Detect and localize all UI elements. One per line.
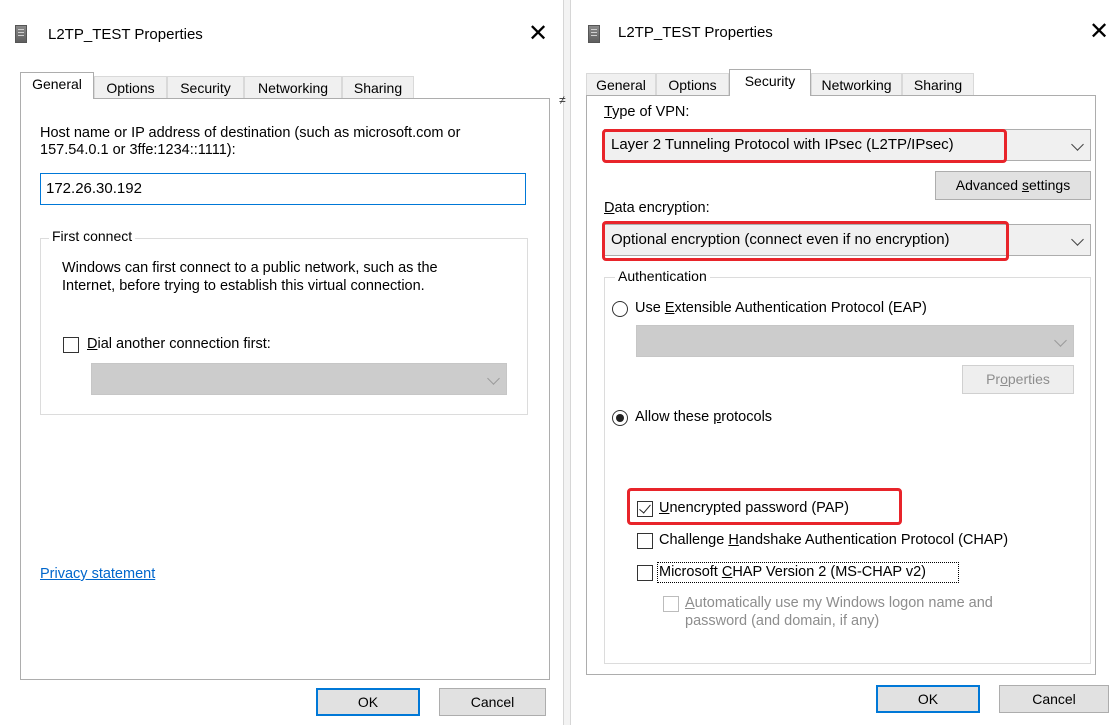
tab-security[interactable]: Security (729, 69, 811, 96)
tab-networking[interactable]: Networking (244, 76, 342, 98)
chevron-down-icon (1071, 138, 1084, 151)
pap-checkbox[interactable] (637, 501, 653, 517)
dial-first-mnemonic: D (87, 336, 98, 352)
eap-mnemonic: E (664, 300, 675, 316)
auto-logon-checkbox (663, 596, 679, 612)
mschap-pre: Microsoft (659, 564, 722, 580)
tab-options[interactable]: Options (656, 73, 729, 95)
left-properties-dialog: L2TP_TEST Properties ✕ General Options S… (0, 0, 563, 725)
right-title-bar: L2TP_TEST Properties ✕ (571, 0, 1110, 64)
properties-post: perties (1007, 371, 1050, 387)
encryption-mnemonic: D (604, 200, 615, 216)
auto-logon-label-line2: password (and domain, if any) (685, 613, 880, 629)
right-properties-dialog: L2TP_TEST Properties ✕ General Options S… (571, 0, 1110, 725)
encryption-label-text: ata encryption: (614, 200, 710, 216)
encryption-value: Optional encryption (connect even if no … (611, 231, 950, 248)
dial-first-text: ial another connection first: (97, 336, 271, 352)
host-input[interactable]: 172.26.30.192 (40, 173, 526, 205)
ok-button[interactable]: OK (876, 685, 980, 713)
dial-first-checkbox[interactable] (63, 337, 79, 353)
encryption-label: Data encryption: (604, 200, 710, 216)
auto-logon-text: utomatically use my Windows logon name a… (694, 595, 993, 611)
vpn-type-select[interactable]: Layer 2 Tunneling Protocol with IPsec (L… (604, 129, 1091, 161)
privacy-statement-link[interactable]: Privacy statement (40, 566, 155, 582)
chap-checkbox[interactable] (637, 533, 653, 549)
ok-button[interactable]: OK (316, 688, 420, 716)
auto-logon-mnemonic: A (685, 595, 695, 611)
tab-security[interactable]: Security (167, 76, 244, 98)
pap-mnemonic: U (659, 500, 670, 516)
chap-mnemonic: H (728, 532, 739, 548)
chap-post: andshake Authentication Protocol (CHAP) (738, 532, 1009, 548)
pap-label[interactable]: Unencrypted password (PAP) (659, 500, 849, 516)
right-tab-strip: General Options Security Networking Shar… (586, 69, 1096, 96)
tab-general[interactable]: General (20, 72, 94, 99)
dial-first-label[interactable]: Dial another connection first: (87, 336, 271, 352)
cancel-button[interactable]: Cancel (999, 685, 1109, 713)
properties-button: Properties (962, 365, 1074, 394)
mschap-label[interactable]: Microsoft CHAP Version 2 (MS-CHAP v2) (659, 564, 926, 580)
vpn-connection-icon (15, 25, 27, 43)
allow-protocols-radio[interactable] (612, 410, 628, 426)
allow-protocols-label[interactable]: Allow these protocols (635, 409, 772, 425)
chevron-down-icon (487, 372, 500, 385)
tab-general[interactable]: General (586, 73, 656, 95)
eap-radio[interactable] (612, 301, 628, 317)
properties-pre: Pr (986, 371, 1001, 387)
advanced-pre: Advanced (955, 177, 1022, 193)
mschap-mnemonic: C (721, 564, 733, 580)
tab-options[interactable]: Options (94, 76, 167, 98)
close-icon[interactable]: ✕ (1089, 20, 1109, 44)
mschap-checkbox[interactable] (637, 565, 653, 581)
tab-sharing[interactable]: Sharing (342, 76, 414, 98)
tab-networking[interactable]: Networking (811, 73, 902, 95)
vpn-connection-icon (588, 25, 600, 43)
properties-mnemonic: o (1000, 371, 1008, 387)
close-icon[interactable]: ✕ (528, 22, 548, 46)
advanced-settings-button[interactable]: Advanced settings (935, 171, 1091, 200)
eap-pre: Use (635, 300, 665, 316)
dial-connection-select (91, 363, 507, 395)
left-tab-panel: Host name or IP address of destination (… (20, 98, 550, 680)
first-connect-desc-line2: Internet, before trying to establish thi… (62, 278, 425, 294)
allow-pre: Allow these (635, 409, 714, 425)
chevron-down-icon (1071, 233, 1084, 246)
first-connect-legend: First connect (49, 228, 136, 244)
authentication-legend: Authentication (615, 268, 710, 284)
chap-label[interactable]: Challenge Handshake Authentication Proto… (659, 532, 1008, 548)
chevron-down-icon (1054, 334, 1067, 347)
right-window-title: L2TP_TEST Properties (618, 24, 773, 41)
dialog-divider (563, 0, 571, 725)
right-tab-panel: Type of VPN: Layer 2 Tunneling Protocol … (586, 95, 1096, 675)
auto-logon-label-line1: Automatically use my Windows logon name … (685, 595, 993, 611)
vpn-type-label-text: ype of VPN: (612, 104, 690, 120)
left-tab-strip: General Options Security Networking Shar… (20, 72, 550, 99)
pap-text: nencrypted password (PAP) (669, 500, 849, 516)
host-label-line2: 157.54.0.1 or 3ffe:1234::1111): (40, 142, 236, 158)
chap-pre: Challenge (659, 532, 729, 548)
vpn-type-value: Layer 2 Tunneling Protocol with IPsec (L… (611, 136, 954, 153)
encryption-select[interactable]: Optional encryption (connect even if no … (604, 224, 1091, 256)
vpn-type-mnemonic: T (604, 104, 613, 120)
allow-post: rotocols (721, 409, 773, 425)
left-title-bar: L2TP_TEST Properties ✕ (0, 0, 563, 64)
tab-sharing[interactable]: Sharing (902, 73, 974, 95)
mschap-post: HAP Version 2 (MS-CHAP v2) (732, 564, 926, 580)
left-window-title: L2TP_TEST Properties (48, 26, 203, 43)
host-label-line1: Host name or IP address of destination (… (40, 125, 461, 141)
advanced-mnemonic: s (1021, 177, 1029, 193)
first-connect-desc-line1: Windows can first connect to a public ne… (62, 260, 438, 276)
background-glyph: ≠ (559, 93, 566, 107)
cancel-button[interactable]: Cancel (439, 688, 546, 716)
advanced-post: ettings (1028, 177, 1071, 193)
eap-label[interactable]: Use Extensible Authentication Protocol (… (635, 300, 927, 316)
eap-post: xtensible Authentication Protocol (EAP) (674, 300, 927, 316)
vpn-type-label: Type of VPN: (604, 104, 689, 120)
eap-method-select (636, 325, 1074, 357)
